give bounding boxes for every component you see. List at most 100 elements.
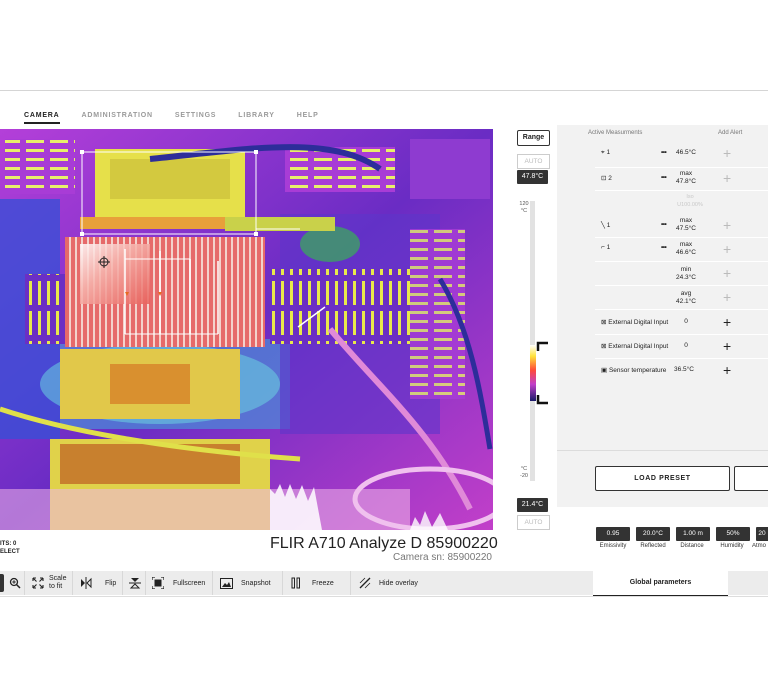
measurement-row-avg[interactable]: avg 42.1°C + [595, 286, 768, 310]
measurement-label: avg [680, 290, 692, 297]
fullscreen-label: Fullscreen [173, 579, 206, 587]
range-button[interactable]: Range [517, 130, 550, 146]
more-options-icon[interactable]: ••• [661, 244, 667, 251]
secondary-preset-button[interactable] [734, 466, 768, 491]
expand-arrows-icon [32, 577, 44, 589]
fullscreen-icon [152, 577, 164, 589]
distance-value[interactable]: 1.00 m [676, 527, 710, 541]
measurement-value: 46.6°C [676, 249, 696, 256]
more-options-icon[interactable]: ••• [661, 149, 667, 156]
side-meta: ITS: 0 ELECT [0, 540, 20, 556]
tab-library[interactable]: LIBRARY [238, 112, 274, 124]
toolbar-separator [212, 571, 213, 595]
toolbar-separator [282, 571, 283, 595]
flip-horizontal-icon [81, 577, 92, 589]
tab-global-parameters[interactable]: Global parameters [593, 571, 728, 597]
measurement-row-sensor-temperature[interactable]: ▣ Sensor temperature 36.5°C + [595, 358, 768, 382]
measurement-name: 1 [606, 244, 611, 251]
measurement-row-polyline-1[interactable]: ⌐ 1 ••• max 46.6°C + [595, 238, 768, 262]
add-alert-icon[interactable]: + [723, 290, 731, 304]
measurement-name: External Digital Input [608, 319, 669, 326]
auto-max-button[interactable]: AUTO [517, 154, 550, 169]
toolbar-left-handle[interactable] [0, 574, 4, 592]
zoom-button[interactable] [9, 571, 21, 595]
measurement-value: 42.1°C [676, 298, 696, 305]
add-alert-icon[interactable]: + [723, 171, 731, 185]
add-alert-icon[interactable]: + [723, 363, 731, 377]
emissivity-value[interactable]: 0.95 [596, 527, 630, 541]
add-alert-icon[interactable]: + [723, 339, 731, 353]
measurement-value: 47.5°C [676, 225, 696, 232]
polyline-icon: ⌐ [601, 244, 605, 251]
reflected-value[interactable]: 20.0°C [636, 527, 670, 541]
camera-serial: Camera sn: 85900220 [393, 552, 492, 563]
measurement-row-digital-input-1[interactable]: ⊠ External Digital Input 0 + [595, 310, 768, 335]
auto-min-button[interactable]: AUTO [517, 515, 550, 530]
add-alert-icon[interactable]: + [723, 315, 731, 329]
measurement-value: 0 [684, 342, 688, 349]
min-temp-box[interactable]: 21.4°C [517, 498, 548, 512]
measurement-name: 1 [606, 222, 611, 229]
scale-bottom-value: -20 [520, 473, 528, 479]
top-divider [0, 90, 768, 91]
fullscreen-button[interactable]: Fullscreen [152, 571, 205, 595]
snapshot-button[interactable]: Snapshot [220, 571, 271, 595]
meta-select: ELECT [0, 549, 20, 555]
tab-help[interactable]: HELP [297, 112, 319, 124]
more-options-icon[interactable]: ••• [661, 174, 667, 181]
measurement-label: max [679, 241, 693, 248]
digital-input-icon: ⊠ [601, 319, 607, 326]
flip-label: Flip [105, 579, 117, 587]
toolbar-separator [145, 571, 146, 595]
camera-icon: ▣ [601, 367, 608, 374]
more-options-icon[interactable]: ••• [661, 221, 667, 228]
humidity-value[interactable]: 50% [716, 527, 750, 541]
flip-button[interactable]: Flip [80, 571, 116, 595]
humidity-label: Humidity [720, 543, 744, 549]
measurement-name: Sensor temperature [608, 367, 667, 374]
faded-iso-note: Iso U100.00% [677, 194, 703, 208]
add-alert-icon[interactable]: + [723, 242, 731, 256]
measurement-name: 1 [606, 149, 611, 156]
line-icon: ╲ [601, 222, 605, 229]
measurement-label: max [679, 217, 693, 224]
atmosphere-value[interactable]: 20 [756, 527, 768, 541]
freeze-button[interactable]: Freeze [291, 571, 334, 595]
box-icon: ⊡ [601, 175, 607, 182]
tab-settings[interactable]: SETTINGS [175, 112, 216, 124]
atmosphere-label: Atmo [752, 543, 767, 549]
snapshot-label: Snapshot [241, 579, 271, 587]
measurement-label: min [680, 266, 692, 273]
measurement-row-spot-1[interactable]: ⌖ 1 ••• 46.5°C + [595, 143, 768, 168]
toolbar-separator [72, 571, 73, 595]
measurement-name: 2 [608, 175, 612, 182]
toolbar-separator [350, 571, 351, 595]
flip-vertical-button[interactable] [129, 571, 141, 595]
zoom-icon [9, 577, 21, 589]
panel-divider [557, 450, 768, 451]
thermal-image-view[interactable] [0, 129, 493, 530]
scale-bottom-unit: °C [520, 466, 528, 472]
pause-icon [291, 577, 300, 589]
max-temp-box[interactable]: 47.8°C [517, 170, 548, 184]
measurement-row-box-2[interactable]: ⊡ 2 ••• max 47.8°C + [595, 168, 768, 191]
add-alert-icon[interactable]: + [723, 266, 731, 280]
add-alert-icon[interactable]: + [723, 218, 731, 232]
hide-overlay-button[interactable]: Hide overlay [359, 571, 418, 595]
measurement-row-min[interactable]: min 24.3°C + [595, 262, 768, 286]
add-alert-icon[interactable]: + [723, 146, 731, 160]
scale-to-fit-button[interactable]: Scale to fit [32, 571, 71, 595]
main-nav: CAMERA ADMINISTRATION SETTINGS LIBRARY H… [24, 112, 319, 124]
load-preset-button[interactable]: LOAD PRESET [595, 466, 730, 491]
measurement-row-line-1[interactable]: ╲ 1 ••• max 47.5°C + [595, 214, 768, 238]
thermal-image [0, 129, 493, 530]
color-scale-bar[interactable] [526, 341, 550, 405]
meta-points: ITS: 0 [0, 541, 17, 547]
bottom-divider [0, 596, 768, 597]
tab-camera[interactable]: CAMERA [24, 112, 60, 124]
measurement-row-digital-input-2[interactable]: ⊠ External Digital Input 0 + [595, 334, 768, 359]
overlay-off-icon [359, 577, 371, 589]
hide-overlay-label: Hide overlay [379, 579, 418, 587]
tab-administration[interactable]: ADMINISTRATION [82, 112, 153, 124]
add-alert-header: Add Alert [718, 130, 743, 136]
